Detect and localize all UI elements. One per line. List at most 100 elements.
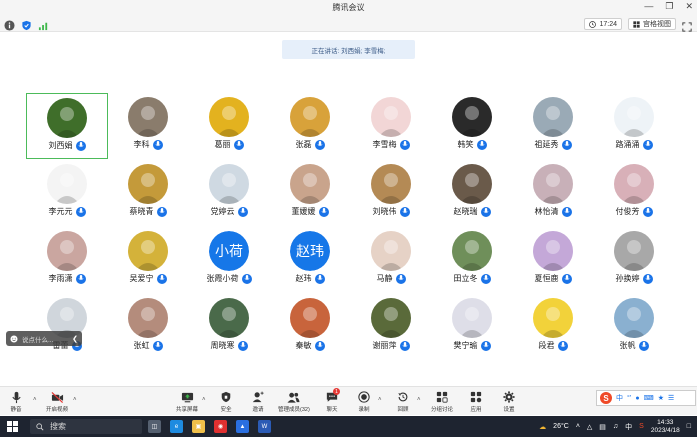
grid-view-icon [633, 20, 640, 28]
participant-tile[interactable]: 刘晓伟 [350, 160, 432, 226]
view-mode-button[interactable]: 宫格视图 [628, 18, 676, 30]
task-view-icon[interactable]: ◫ [148, 420, 161, 433]
share-options-chevron-icon[interactable]: ˄ [202, 397, 206, 403]
participant-tile[interactable]: 雷蕾 [26, 294, 108, 360]
participant-tile[interactable]: 付俊芳 [593, 160, 675, 226]
breakout-rooms-button[interactable]: 分组讨论 [431, 390, 453, 413]
participant-tile[interactable]: 孙换婷 [593, 227, 675, 293]
network-icon[interactable]: ▤ [599, 423, 606, 431]
participant-tile[interactable]: 秦敏 [269, 294, 351, 360]
taskbar-clock[interactable]: 14:33 2023/4/18 [651, 419, 680, 435]
participant-tile[interactable]: 马静 [350, 227, 432, 293]
mute-options-chevron-icon[interactable]: ˄ [33, 397, 37, 403]
participant-tile[interactable]: 蔡晓青 [107, 160, 189, 226]
ime-toolbar[interactable]: S 中 °’ ● ⌨ ★ ☰ [596, 390, 696, 406]
red-app-icon[interactable]: ◉ [214, 420, 227, 433]
participant-tile[interactable]: 李科 [107, 93, 189, 159]
rewind-options-chevron-icon[interactable]: ˄ [417, 397, 421, 403]
tencent-meeting-app-icon[interactable]: ▲ [236, 420, 249, 433]
shield-icon[interactable] [21, 18, 32, 31]
microphone-icon [561, 273, 572, 284]
apps-button[interactable]: 应用 [469, 390, 483, 413]
participant-tile[interactable]: 张虹 [107, 294, 189, 360]
file-explorer-icon[interactable]: ▣ [192, 420, 205, 433]
participant-tile[interactable]: 吴爱宁 [107, 227, 189, 293]
participant-tile[interactable]: 段君 [512, 294, 594, 360]
participant-tile[interactable]: 董媛媛 [269, 160, 351, 226]
record-options-chevron-icon[interactable]: ˄ [378, 397, 382, 403]
participant-tile[interactable]: 樊宁瑜 [431, 294, 513, 360]
mute-button[interactable]: 静音 [9, 390, 23, 413]
ime-voice-icon[interactable]: ● [635, 395, 639, 402]
participant-tile[interactable]: 刘西娟 [26, 93, 108, 159]
rewind-button[interactable]: 回顾 [396, 390, 410, 413]
participant-tile[interactable]: 葛丽 [188, 93, 270, 159]
participant-name: 赵晓瑞 [453, 207, 478, 216]
settings-button[interactable]: 设置 [502, 390, 516, 413]
participant-tile[interactable]: 张磊 [269, 93, 351, 159]
signal-icon[interactable] [38, 18, 49, 31]
notification-icon[interactable]: □ [687, 423, 691, 430]
chat-quick-input[interactable]: 说点什么... ❮ [6, 331, 82, 346]
participant-tile[interactable]: 周晓寒 [188, 294, 270, 360]
participant-tile[interactable]: 田立冬 [431, 227, 513, 293]
ime-skin-icon[interactable]: ★ [658, 394, 664, 402]
info-icon[interactable] [4, 18, 15, 31]
emoji-icon[interactable] [10, 334, 18, 343]
participant-tile[interactable]: 李元元 [26, 160, 108, 226]
participant-tile[interactable]: 党婷云 [188, 160, 270, 226]
microphone-icon [557, 340, 568, 351]
taskbar-search[interactable]: 搜索 [30, 419, 142, 434]
invite-button[interactable]: 邀请 [251, 390, 265, 413]
participant-tile[interactable]: 夏恒鹿 [512, 227, 594, 293]
share-screen-button[interactable]: 共享屏幕 [176, 390, 198, 413]
windows-start-icon[interactable] [7, 421, 18, 432]
participant-tile[interactable]: 林怡清 [512, 160, 594, 226]
speaking-indicator: 正在讲话: 刘西娟; 李雪梅; [282, 40, 415, 59]
ime-menu-icon[interactable]: ☰ [668, 394, 674, 402]
edge-browser-icon[interactable]: e [170, 420, 183, 433]
weather-icon[interactable]: ☁ [539, 423, 546, 431]
volume-icon[interactable]: ♫ [613, 423, 618, 430]
participant-tile[interactable]: 韩笑 [431, 93, 513, 159]
ime-punctuation-icon[interactable]: °’ [627, 395, 631, 402]
minimize-icon[interactable]: — [644, 1, 653, 12]
participant-avatar [533, 298, 573, 338]
tray-app-icon[interactable]: △ [587, 423, 592, 431]
collapse-chat-icon[interactable]: ❮ [72, 335, 78, 343]
participant-tile[interactable]: 路涌涌 [593, 93, 675, 159]
security-button[interactable]: 安全 [219, 390, 233, 413]
chat-button[interactable]: 1 聊天 [325, 388, 340, 413]
meeting-timer: 17:24 [584, 18, 622, 30]
record-button[interactable]: 录制 [357, 390, 371, 413]
participant-avatar [533, 231, 573, 271]
participant-tile[interactable]: 祖延秀 [512, 93, 594, 159]
participant-tile[interactable]: 赵晓瑞 [431, 160, 513, 226]
participant-tile[interactable]: 李雪梅 [350, 93, 432, 159]
sogou-tray-icon[interactable]: S [639, 423, 644, 430]
ime-language[interactable]: 中 [616, 393, 623, 403]
manage-members-button[interactable]: 管理成员(32) [278, 390, 310, 413]
participant-tile[interactable]: 谢丽萍 [350, 294, 432, 360]
participant-tile[interactable]: 张帆 [593, 294, 675, 360]
tray-expand-icon[interactable]: ˄ [576, 423, 580, 430]
taskbar-ime[interactable]: 中 [625, 422, 632, 432]
restore-icon[interactable]: ❐ [665, 1, 673, 12]
windows-taskbar: 搜索 ◫ e ▣ ◉ ▲ W ☁ 26°C ˄ △ ▤ ♫ 中 S 14:33 … [0, 416, 697, 437]
participant-name-row: 樊宁瑜 [431, 340, 513, 351]
fullscreen-icon[interactable] [682, 19, 693, 32]
microphone-icon [156, 206, 167, 217]
weather-temperature[interactable]: 26°C [553, 423, 569, 430]
participant-avatar [47, 98, 87, 138]
participant-name: 谢丽萍 [372, 341, 397, 350]
video-button[interactable]: 开启视频 [46, 390, 68, 413]
close-icon[interactable]: ✕ [685, 1, 693, 12]
participant-tile[interactable]: 赵玮 赵玮 [269, 227, 351, 293]
participant-name-row: 葛丽 [188, 139, 270, 150]
word-app-icon[interactable]: W [258, 420, 271, 433]
video-options-chevron-icon[interactable]: ˄ [73, 397, 77, 403]
participant-tile[interactable]: 小荷 张霞小荷 [188, 227, 270, 293]
ime-keyboard-icon[interactable]: ⌨ [644, 394, 654, 402]
participant-tile[interactable]: 李雨潇 [26, 227, 108, 293]
participant-name: 党婷云 [210, 207, 235, 216]
